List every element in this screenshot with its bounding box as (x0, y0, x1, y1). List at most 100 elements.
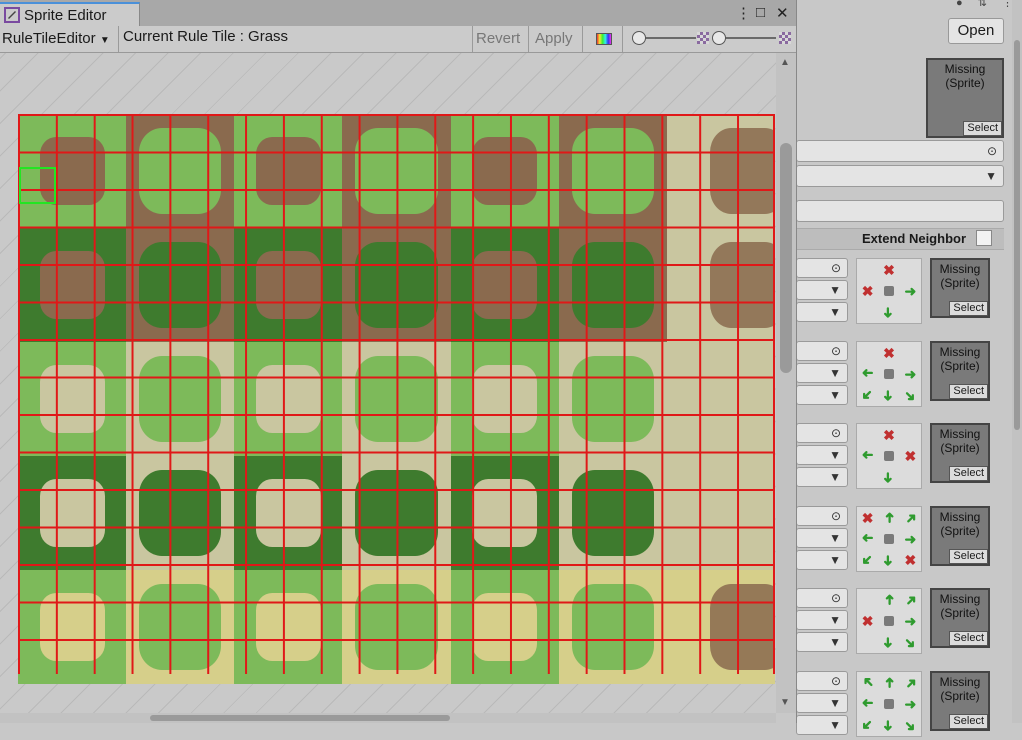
mip-slider-knob[interactable] (712, 31, 726, 45)
extend-neighbor-checkbox[interactable] (976, 230, 992, 246)
neighbor-cell[interactable] (857, 467, 878, 488)
neighbor-cell[interactable] (878, 528, 899, 549)
neighbor-cell[interactable] (900, 342, 921, 363)
tab-sprite-editor[interactable]: Sprite Editor (0, 2, 140, 26)
rule-field-b[interactable]: ▼ (796, 693, 848, 713)
object-picker-icon[interactable]: ⊙ (987, 144, 997, 158)
arrow-this-icon[interactable]: ➜ (878, 302, 899, 323)
rule-sprite-select-button[interactable]: Select (949, 384, 988, 399)
sprite-tile[interactable] (450, 342, 559, 456)
not-this-icon[interactable]: ✖ (900, 445, 921, 466)
rule-sprite-slot[interactable]: Missing (Sprite) Select (930, 423, 990, 483)
rule-sprite-select-button[interactable]: Select (949, 466, 988, 481)
neighbor-cell[interactable] (900, 467, 921, 488)
open-button[interactable]: Open (948, 18, 1004, 44)
sprite-tile[interactable] (558, 114, 667, 228)
arrow-this-icon[interactable]: ➜ (878, 467, 899, 488)
scroll-up-icon[interactable]: ▲ (780, 57, 790, 68)
sprite-tile[interactable] (18, 456, 127, 570)
canvas-hscroll-thumb[interactable] (150, 715, 450, 721)
rule-field-a[interactable]: ⊙ (796, 506, 848, 526)
sprite-tile[interactable] (666, 456, 775, 570)
sprite-tile[interactable] (558, 456, 667, 570)
sprite-tile[interactable] (234, 114, 343, 228)
arrow-this-icon[interactable]: ➜ (895, 380, 925, 410)
neighbor-cell[interactable] (857, 424, 878, 445)
neighbor-cell[interactable] (857, 259, 878, 280)
rule-field-b[interactable]: ▼ (796, 363, 848, 383)
rule-neighbor-grid[interactable]: ✖ ➜ ✖ ➜ (856, 423, 922, 489)
more-options-icon[interactable]: ⋮ (736, 4, 751, 22)
neighbor-cell[interactable] (857, 589, 878, 610)
dropdown-field[interactable]: ▼ (796, 165, 1004, 187)
neighbor-cell[interactable] (878, 363, 899, 384)
sprite-tile[interactable] (666, 342, 775, 456)
not-this-icon[interactable]: ✖ (878, 259, 899, 280)
rule-field-b[interactable]: ▼ (796, 610, 848, 630)
rule-sprite-slot[interactable]: Missing (Sprite) Select (930, 258, 990, 318)
sprite-tile[interactable] (450, 114, 559, 228)
rule-sprite-select-button[interactable]: Select (949, 549, 988, 564)
rule-sprite-select-button[interactable]: Select (949, 301, 988, 316)
sprite-tile[interactable] (342, 456, 451, 570)
rule-field-c[interactable]: ▼ (796, 632, 848, 652)
rule-field-a[interactable]: ⊙ (796, 588, 848, 608)
rule-sprite-slot[interactable]: Missing (Sprite) Select (930, 671, 990, 731)
sprite-tile[interactable] (126, 456, 235, 570)
rule-field-a[interactable]: ⊙ (796, 423, 848, 443)
neighbor-cell[interactable] (857, 302, 878, 323)
rule-field-c[interactable]: ▼ (796, 302, 848, 322)
rule-neighbor-grid[interactable]: ➜ ➜ ➜ ➜ ➜ ➜ ➜ ➜ (856, 671, 922, 737)
sprite-tile[interactable] (126, 228, 235, 342)
neighbor-cell[interactable] (878, 445, 899, 466)
rule-sprite-select-button[interactable]: Select (949, 631, 988, 646)
sprite-tile[interactable] (126, 114, 235, 228)
inspector-header-icons[interactable]: ● ⇅ ⋮ (956, 0, 1019, 9)
arrow-this-icon[interactable]: ➜ (895, 627, 925, 657)
not-this-icon[interactable]: ✖ (857, 280, 878, 301)
rule-neighbor-grid[interactable]: ✖ ➜ ➜ ➜ ➜ ➜ ➜ ✖ (856, 506, 922, 572)
sprite-tile[interactable] (234, 570, 343, 684)
arrow-this-icon[interactable]: ➜ (900, 528, 921, 549)
canvas-horizontal-scrollbar[interactable] (0, 713, 776, 723)
scroll-down-icon[interactable]: ▼ (780, 697, 790, 708)
rule-sprite-slot[interactable]: Missing (Sprite) Select (930, 506, 990, 566)
sprite-tile[interactable] (234, 342, 343, 456)
sprite-tile[interactable] (558, 228, 667, 342)
sprite-tile[interactable] (126, 570, 235, 684)
revert-button[interactable]: Revert (476, 26, 520, 52)
sprite-tile[interactable] (342, 114, 451, 228)
rule-field-a[interactable]: ⊙ (796, 341, 848, 361)
sprite-tile[interactable] (558, 342, 667, 456)
rule-field-c[interactable]: ▼ (796, 715, 848, 735)
text-field[interactable] (796, 200, 1004, 222)
sprite-tile[interactable] (666, 114, 775, 228)
sprite-tile[interactable] (234, 228, 343, 342)
selected-sprite-rect[interactable] (19, 167, 56, 204)
not-this-icon[interactable]: ✖ (857, 507, 878, 528)
mode-dropdown[interactable]: RuleTileEditor ▼ (2, 26, 110, 52)
not-this-icon[interactable]: ✖ (857, 610, 878, 631)
default-sprite-select-button[interactable]: Select (963, 121, 1002, 136)
sprite-tile[interactable] (18, 570, 127, 684)
rule-field-c[interactable]: ▼ (796, 385, 848, 405)
apply-button[interactable]: Apply (535, 26, 573, 52)
inspector-scrollbar[interactable] (1012, 0, 1022, 723)
sprite-tile[interactable] (450, 456, 559, 570)
canvas-vertical-scrollbar[interactable]: ▲ ▼ (776, 53, 796, 713)
arrow-this-icon[interactable]: ➜ (895, 710, 925, 740)
rule-field-b[interactable]: ▼ (796, 528, 848, 548)
canvas-scrollbar-thumb[interactable] (780, 143, 792, 373)
arrow-this-icon[interactable]: ➜ (900, 280, 921, 301)
rule-neighbor-grid[interactable]: ✖ ✖ ➜ ➜ (856, 258, 922, 324)
close-icon[interactable]: ✕ (776, 4, 789, 22)
rule-field-c[interactable]: ▼ (796, 550, 848, 570)
neighbor-cell[interactable] (857, 342, 878, 363)
arrow-this-icon[interactable]: ➜ (857, 445, 878, 466)
sprite-tile[interactable] (666, 228, 775, 342)
rule-field-c[interactable]: ▼ (796, 467, 848, 487)
rule-sprite-select-button[interactable]: Select (949, 714, 988, 729)
neighbor-cell[interactable] (900, 302, 921, 323)
rule-neighbor-grid[interactable]: ✖ ➜ ➜ ➜ ➜ ➜ (856, 341, 922, 407)
neighbor-cell[interactable] (878, 693, 899, 714)
